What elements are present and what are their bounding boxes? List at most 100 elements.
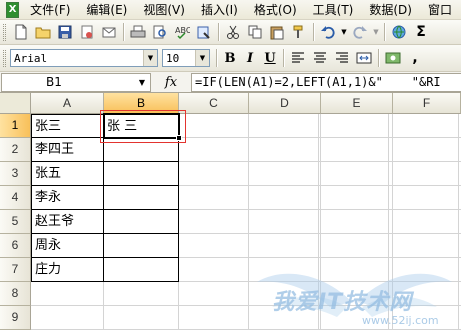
redo-dropdown[interactable]: ▼ (372, 22, 380, 42)
menu-tools[interactable]: 工具(T) (306, 1, 363, 18)
column-header-e[interactable]: E (321, 93, 393, 114)
new-file-button[interactable] (11, 22, 31, 42)
cell-a6[interactable]: 周永 (31, 234, 104, 258)
align-right-icon (336, 52, 348, 63)
hyperlink-button[interactable] (389, 22, 409, 42)
align-left-button[interactable] (288, 48, 308, 68)
italic-button[interactable]: I (240, 48, 260, 68)
copy-button[interactable] (245, 22, 265, 42)
toolbar-separator (378, 49, 379, 67)
menu-format[interactable]: 格式(O) (247, 1, 306, 18)
menu-edit[interactable]: 编辑(E) (79, 1, 136, 18)
cell-a3[interactable]: 张五 (31, 162, 104, 186)
cell-a5[interactable]: 赵王爷 (31, 210, 104, 234)
font-name-select[interactable]: Arial ▼ (10, 49, 158, 67)
email-button[interactable] (99, 22, 119, 42)
currency-button[interactable] (383, 48, 403, 68)
cell-b4[interactable] (103, 186, 179, 210)
print-button[interactable] (128, 22, 148, 42)
cell-a4[interactable]: 李永 (31, 186, 104, 210)
cell-a1[interactable]: 张三 (31, 114, 104, 138)
name-box[interactable]: B1 ▼ (1, 72, 151, 92)
cell-a8[interactable] (31, 282, 104, 306)
column-header-d[interactable]: D (249, 93, 321, 114)
undo-dropdown[interactable]: ▼ (340, 22, 348, 42)
toolbar-separator (218, 23, 219, 41)
cell-a2[interactable]: 李四王 (31, 138, 104, 162)
menu-data[interactable]: 数据(D) (362, 1, 421, 18)
cell-b8[interactable] (103, 282, 179, 306)
cell-b5[interactable] (103, 210, 179, 234)
row-header-8[interactable]: 8 (0, 282, 31, 306)
column-header-f[interactable]: F (393, 93, 461, 114)
research-icon (197, 26, 210, 39)
align-center-button[interactable] (310, 48, 330, 68)
toolbar-separator (313, 23, 314, 41)
print-icon (130, 25, 146, 38)
toolbar-grip[interactable] (3, 23, 6, 41)
formula-input[interactable]: =IF(LEN(A1)=2,LEFT(A1,1)&" "&RI (191, 72, 461, 92)
underline-button[interactable]: U (260, 48, 280, 68)
save-button[interactable] (55, 22, 75, 42)
email-icon (102, 27, 116, 38)
row-header-4[interactable]: 4 (0, 186, 31, 210)
cut-button[interactable] (223, 22, 243, 42)
menu-bar: X 文件(F) 编辑(E) 视图(V) 插入(I) 格式(O) 工具(T) 数据… (0, 0, 461, 20)
print-preview-button[interactable] (150, 22, 170, 42)
format-painter-button[interactable] (289, 22, 309, 42)
row-header-9[interactable]: 9 (0, 306, 31, 330)
menu-window[interactable]: 窗口 (421, 1, 461, 18)
undo-button[interactable] (318, 22, 338, 42)
cell-a7[interactable]: 庄力 (31, 258, 104, 282)
chevron-down-icon[interactable]: ▼ (143, 50, 157, 66)
cell-b6[interactable] (103, 234, 179, 258)
align-right-button[interactable] (332, 48, 352, 68)
row-header-6[interactable]: 6 (0, 234, 31, 258)
open-button[interactable] (33, 22, 53, 42)
row-header-3[interactable]: 3 (0, 162, 31, 186)
format-painter-icon (293, 25, 303, 38)
cell-b7[interactable] (103, 258, 179, 282)
standard-toolbar: ABC ▼ ▼ Σ (0, 20, 461, 45)
cell-a9[interactable] (31, 306, 104, 330)
menu-view[interactable]: 视图(V) (136, 1, 194, 18)
formula-bar: B1 ▼ fx =IF(LEN(A1)=2,LEFT(A1,1)&" "&RI (0, 72, 461, 93)
font-size-select[interactable]: 10 ▼ (162, 49, 210, 67)
row-header-1[interactable]: 1 (0, 114, 31, 138)
research-button[interactable] (194, 22, 214, 42)
column-header-c[interactable]: C (179, 93, 249, 114)
row-header-2[interactable]: 2 (0, 138, 31, 162)
chevron-down-icon[interactable]: ▼ (134, 74, 150, 91)
insert-function-button[interactable]: fx (151, 75, 191, 90)
merge-center-button[interactable] (354, 48, 374, 68)
excel-app-icon[interactable]: X (6, 1, 20, 18)
cut-icon (227, 25, 239, 39)
toolbar-separator (283, 49, 284, 67)
cell-b3[interactable] (103, 162, 179, 186)
cell-b9[interactable] (103, 306, 179, 330)
merge-center-icon (356, 52, 372, 64)
menu-file[interactable]: 文件(F) (23, 1, 79, 18)
chevron-down-icon[interactable]: ▼ (195, 50, 209, 66)
formatting-toolbar: Arial ▼ 10 ▼ B I U , (0, 45, 461, 72)
toolbar-separator (216, 49, 217, 67)
column-header-b[interactable]: B (104, 93, 179, 114)
cell-b1[interactable]: 张 三 (103, 114, 179, 138)
permission-button[interactable] (77, 22, 97, 42)
paste-button[interactable] (267, 22, 287, 42)
redo-button[interactable] (350, 22, 370, 42)
select-all-corner[interactable] (0, 93, 31, 114)
spell-check-button[interactable]: ABC (172, 22, 192, 42)
menu-insert[interactable]: 插入(I) (194, 1, 247, 18)
bold-button[interactable]: B (220, 48, 240, 68)
font-name-value: Arial (14, 51, 48, 65)
redo-icon (353, 26, 367, 39)
row-header-5[interactable]: 5 (0, 210, 31, 234)
comma-style-button[interactable]: , (405, 48, 425, 68)
autosum-button[interactable]: Σ (411, 22, 431, 42)
align-left-icon (292, 52, 304, 63)
toolbar-grip[interactable] (3, 49, 6, 67)
column-header-a[interactable]: A (31, 93, 104, 114)
row-header-7[interactable]: 7 (0, 258, 31, 282)
cell-b2[interactable] (103, 138, 179, 162)
